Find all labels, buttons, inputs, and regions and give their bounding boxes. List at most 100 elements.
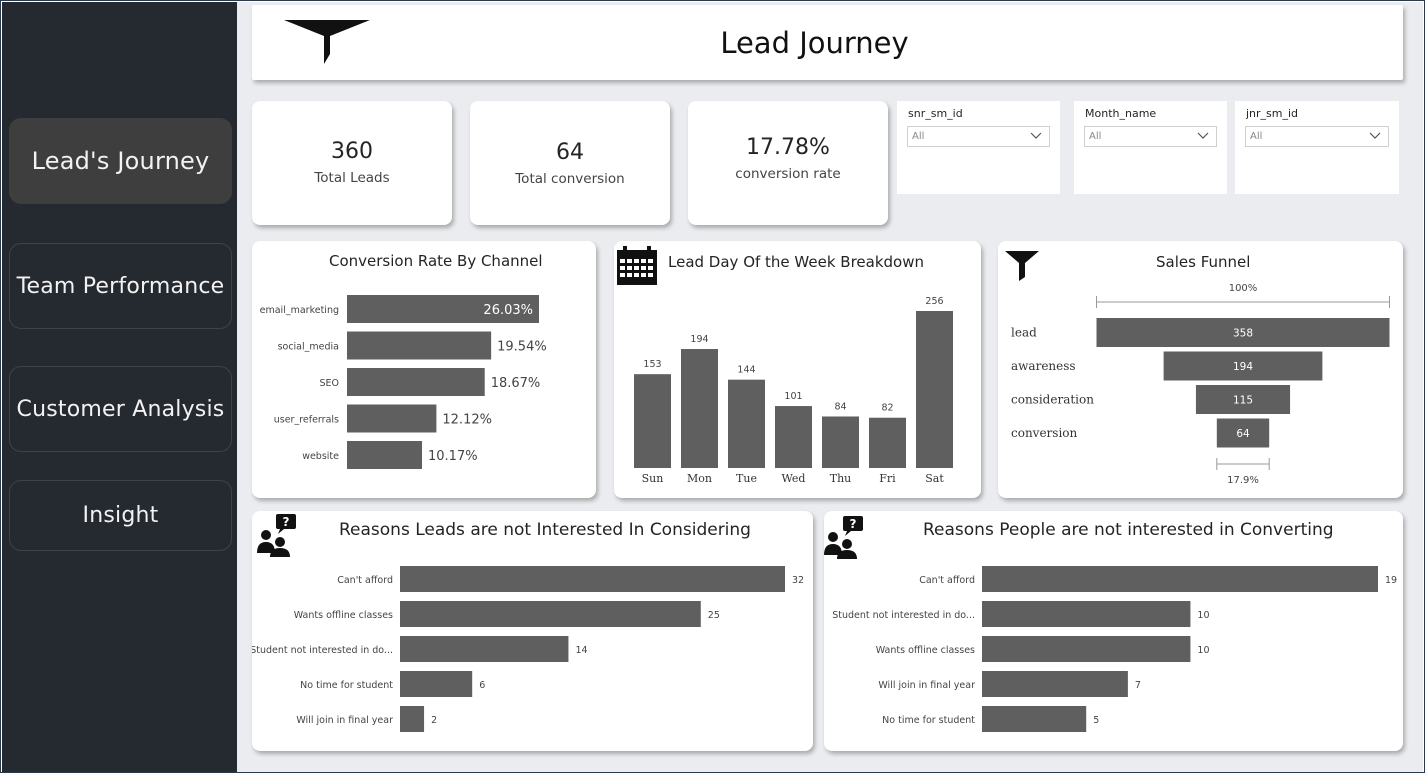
channel-category-label: SEO — [319, 378, 339, 389]
funnel-bottom-label: 17.9% — [1227, 475, 1259, 486]
day-category-label: Tue — [736, 472, 757, 485]
day-category-label: Mon — [687, 472, 712, 485]
slicer-value: All — [1250, 131, 1263, 142]
reason-bar — [982, 706, 1087, 732]
reason-bar — [400, 671, 473, 697]
nav-leads-journey-button[interactable]: Lead's Journey — [9, 118, 232, 204]
day-category-label: Sun — [642, 472, 664, 485]
kpi-total-leads: 360 Total Leads — [252, 101, 452, 225]
reason-category-label: Will join in final year — [296, 715, 393, 726]
funnel-category-label: lead — [1011, 326, 1037, 340]
reasons-considering-card: ? Reasons Leads are not Interested In Co… — [252, 511, 813, 751]
channel-value-label: 26.03% — [483, 303, 533, 318]
channel-value-label: 10.17% — [428, 449, 478, 464]
reason-value-label: 2 — [431, 715, 437, 726]
slicer-dropdown[interactable]: All — [907, 126, 1050, 147]
reason-value-label: 5 — [1093, 715, 1099, 726]
day-value-label: 84 — [834, 401, 846, 412]
channel-bar — [347, 404, 437, 433]
channel-category-label: email_marketing — [260, 305, 339, 316]
funnel-category-label: consideration — [1011, 393, 1094, 407]
day-bar — [822, 416, 859, 468]
day-bar — [869, 417, 906, 468]
day-category-label: Fri — [879, 472, 896, 485]
slicer-value: All — [912, 131, 925, 142]
chevron-down-icon — [1030, 132, 1042, 139]
funnel-value-label: 64 — [1236, 428, 1250, 440]
reason-bar — [400, 566, 785, 592]
kpi-value: 360 — [331, 139, 373, 164]
sales-funnel-card: Sales Funnel 100% 358 lead 194 awareness 115 c… — [998, 241, 1403, 498]
funnel-category-label: conversion — [1011, 426, 1078, 440]
channel-category-label: social_media — [278, 342, 339, 353]
reason-value-label: 32 — [792, 575, 804, 586]
reason-category-label: Student not interested in do... — [252, 645, 393, 656]
day-value-label: 256 — [925, 296, 943, 307]
kpi-total-conversion: 64 Total conversion — [470, 101, 670, 225]
reason-category-label: Student not interested in do... — [832, 610, 975, 621]
funnel-category-label: awareness — [1011, 359, 1076, 373]
chevron-down-icon — [1197, 132, 1209, 139]
kpi-value: 64 — [556, 140, 584, 165]
slicer-month-name: Month_name All — [1074, 101, 1227, 194]
reason-value-label: 7 — [1135, 680, 1141, 691]
reason-value-label: 10 — [1197, 645, 1209, 656]
reason-bar — [982, 566, 1378, 592]
reason-value-label: 25 — [708, 610, 720, 621]
funnel-value-label: 194 — [1233, 361, 1253, 373]
day-category-label: Thu — [830, 472, 852, 485]
day-bar — [728, 379, 765, 468]
report-canvas: Lead Journey 360 Total Leads 64 Total co… — [237, 2, 1423, 772]
channel-value-label: 18.67% — [491, 376, 541, 391]
reason-bar — [400, 601, 701, 627]
channel-value-label: 12.12% — [442, 413, 492, 428]
slicer-dropdown[interactable]: All — [1084, 126, 1217, 147]
channel-category-label: user_referrals — [274, 415, 339, 426]
reason-category-label: Will join in final year — [878, 680, 975, 691]
kpi-value: 17.78% — [746, 135, 830, 160]
slicer-snr-sm-id: snr_sm_id All — [897, 101, 1060, 194]
nav-team-performance-button[interactable]: Team Performance — [9, 243, 232, 329]
reason-value-label: 19 — [1385, 575, 1397, 586]
reason-value-label: 10 — [1197, 610, 1209, 621]
slicer-title: Month_name — [1085, 107, 1157, 120]
channel-category-label: website — [302, 451, 339, 462]
reason-bar — [982, 636, 1191, 662]
channel-bar — [347, 331, 492, 360]
funnel-value-label: 358 — [1233, 328, 1253, 340]
reason-category-label: No time for student — [300, 680, 393, 691]
header-card: Lead Journey — [252, 5, 1403, 80]
page-title: Lead Journey — [720, 25, 909, 60]
kpi-conversion-rate: 17.78% conversion rate — [688, 101, 888, 225]
channel-bar — [347, 368, 485, 396]
day-of-week-chart: 153 Sun 194 Mon 144 Tue 101 Wed 84 Thu 82 Fri 256 Sat — [634, 296, 953, 485]
funnel-value-label: 115 — [1233, 395, 1253, 407]
kpi-label: Total conversion — [515, 171, 625, 187]
sales-funnel-chart: 100% 358 lead 194 awareness 115 consideration 6… — [1011, 283, 1390, 486]
day-value-label: 144 — [737, 365, 755, 376]
slicer-title: jnr_sm_id — [1246, 107, 1299, 120]
day-value-label: 101 — [784, 391, 802, 402]
channel-bar — [347, 441, 423, 469]
day-bar — [916, 311, 953, 468]
kpi-label: conversion rate — [735, 166, 841, 182]
kpi-label: Total Leads — [314, 170, 390, 186]
reason-bar — [982, 601, 1191, 627]
day-category-label: Sat — [925, 472, 944, 485]
day-of-week-card: Lead Day Of the Week Breakdown 153 Sun 194… — [614, 241, 981, 498]
slicer-dropdown[interactable]: All — [1245, 126, 1389, 147]
nav-insight-button[interactable]: Insight — [9, 480, 232, 551]
channel-chart: email_marketing 26.03% social_media 19.54% S… — [260, 295, 547, 469]
day-category-label: Wed — [782, 472, 806, 485]
reason-bar — [400, 706, 425, 732]
day-bar — [634, 374, 671, 468]
day-value-label: 153 — [643, 359, 661, 370]
reason-category-label: No time for student — [882, 715, 975, 726]
slicer-jnr-sm-id: jnr_sm_id All — [1235, 101, 1399, 194]
reason-category-label: Wants offline classes — [876, 645, 975, 656]
reasons-converting-chart: Can't afford 19 Student not interested in … — [832, 566, 1397, 732]
reason-value-label: 14 — [575, 645, 587, 656]
reason-category-label: Can't afford — [919, 575, 975, 586]
sidebar: Lead's Journey Team Performance Customer… — [2, 2, 237, 772]
nav-customer-analysis-button[interactable]: Customer Analysis — [9, 366, 232, 452]
